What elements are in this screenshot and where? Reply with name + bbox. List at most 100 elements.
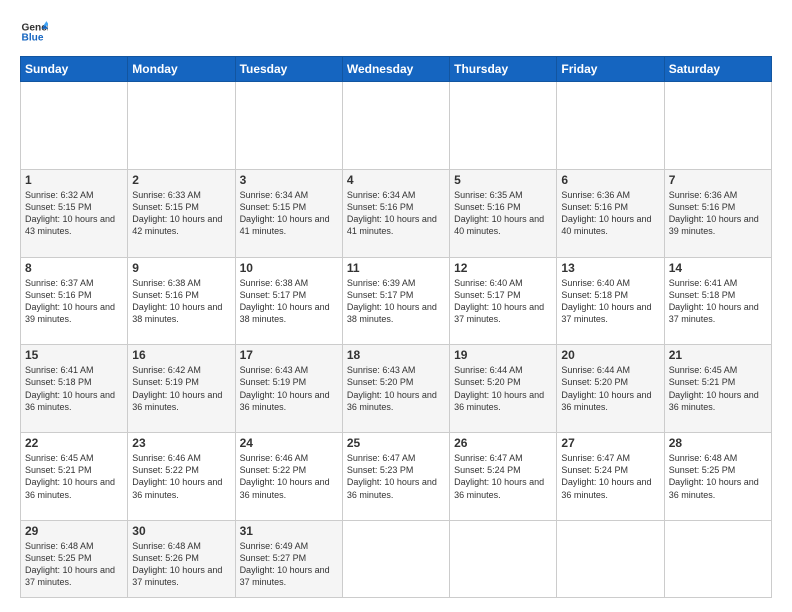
day-number: 14	[669, 261, 767, 275]
calendar-cell: 1 Sunrise: 6:32 AMSunset: 5:15 PMDaylight…	[21, 169, 128, 257]
cell-info: Sunrise: 6:41 AMSunset: 5:18 PMDaylight:…	[669, 277, 767, 326]
cell-info: Sunrise: 6:41 AMSunset: 5:18 PMDaylight:…	[25, 364, 123, 413]
calendar-cell: 20 Sunrise: 6:44 AMSunset: 5:20 PMDayligh…	[557, 345, 664, 433]
logo-icon: General Blue	[20, 18, 48, 46]
cell-info: Sunrise: 6:38 AMSunset: 5:17 PMDaylight:…	[240, 277, 338, 326]
weekday-header: Friday	[557, 57, 664, 82]
cell-info: Sunrise: 6:43 AMSunset: 5:20 PMDaylight:…	[347, 364, 445, 413]
day-number: 22	[25, 436, 123, 450]
calendar-cell: 10 Sunrise: 6:38 AMSunset: 5:17 PMDayligh…	[235, 257, 342, 345]
day-number: 1	[25, 173, 123, 187]
cell-info: Sunrise: 6:40 AMSunset: 5:17 PMDaylight:…	[454, 277, 552, 326]
cell-info: Sunrise: 6:44 AMSunset: 5:20 PMDaylight:…	[454, 364, 552, 413]
calendar-cell	[128, 82, 235, 170]
cell-info: Sunrise: 6:42 AMSunset: 5:19 PMDaylight:…	[132, 364, 230, 413]
cell-info: Sunrise: 6:46 AMSunset: 5:22 PMDaylight:…	[240, 452, 338, 501]
day-number: 10	[240, 261, 338, 275]
day-number: 17	[240, 348, 338, 362]
calendar-cell: 26Sunrise: 6:47 AMSunset: 5:24 PMDayligh…	[450, 433, 557, 521]
calendar-cell: 31 Sunrise: 6:49 AMSunset: 5:27 PMDayligh…	[235, 520, 342, 597]
cell-info: Sunrise: 6:36 AMSunset: 5:16 PMDaylight:…	[669, 189, 767, 238]
day-number: 26	[454, 436, 552, 450]
weekday-header: Saturday	[664, 57, 771, 82]
cell-info: Sunrise: 6:38 AMSunset: 5:16 PMDaylight:…	[132, 277, 230, 326]
calendar-cell: 23 Sunrise: 6:46 AMSunset: 5:22 PMDayligh…	[128, 433, 235, 521]
calendar-cell: 5 Sunrise: 6:35 AMSunset: 5:16 PMDaylight…	[450, 169, 557, 257]
calendar-table: SundayMondayTuesdayWednesdayThursdayFrid…	[20, 56, 772, 598]
weekday-header: Sunday	[21, 57, 128, 82]
day-number: 28	[669, 436, 767, 450]
cell-info: Sunrise: 6:47 AMSunset: 5:24 PMDaylight:…	[561, 452, 659, 501]
header: General Blue	[20, 18, 772, 46]
calendar-cell: 11 Sunrise: 6:39 AMSunset: 5:17 PMDayligh…	[342, 257, 449, 345]
cell-info: Sunrise: 6:48 AMSunset: 5:25 PMDaylight:…	[25, 540, 123, 589]
calendar-cell	[557, 520, 664, 597]
weekday-header: Tuesday	[235, 57, 342, 82]
calendar-cell: 2Sunrise: 6:33 AMSunset: 5:15 PMDaylight…	[128, 169, 235, 257]
calendar-cell	[235, 82, 342, 170]
calendar-cell	[557, 82, 664, 170]
calendar-cell: 12 Sunrise: 6:40 AMSunset: 5:17 PMDayligh…	[450, 257, 557, 345]
cell-info: Sunrise: 6:44 AMSunset: 5:20 PMDaylight:…	[561, 364, 659, 413]
calendar-cell: 30Sunrise: 6:48 AMSunset: 5:26 PMDayligh…	[128, 520, 235, 597]
calendar-cell: 18 Sunrise: 6:43 AMSunset: 5:20 PMDayligh…	[342, 345, 449, 433]
calendar-cell: 16Sunrise: 6:42 AMSunset: 5:19 PMDayligh…	[128, 345, 235, 433]
calendar-cell: 8 Sunrise: 6:37 AMSunset: 5:16 PMDaylight…	[21, 257, 128, 345]
weekday-header: Monday	[128, 57, 235, 82]
cell-info: Sunrise: 6:45 AMSunset: 5:21 PMDaylight:…	[669, 364, 767, 413]
svg-text:Blue: Blue	[22, 33, 44, 44]
calendar-body: 1 Sunrise: 6:32 AMSunset: 5:15 PMDaylight…	[21, 82, 772, 598]
calendar-cell: 15Sunrise: 6:41 AMSunset: 5:18 PMDayligh…	[21, 345, 128, 433]
day-number: 24	[240, 436, 338, 450]
cell-info: Sunrise: 6:35 AMSunset: 5:16 PMDaylight:…	[454, 189, 552, 238]
day-number: 25	[347, 436, 445, 450]
day-number: 27	[561, 436, 659, 450]
cell-info: Sunrise: 6:46 AMSunset: 5:22 PMDaylight:…	[132, 452, 230, 501]
calendar-cell	[342, 520, 449, 597]
day-number: 6	[561, 173, 659, 187]
cell-info: Sunrise: 6:43 AMSunset: 5:19 PMDaylight:…	[240, 364, 338, 413]
cell-info: Sunrise: 6:40 AMSunset: 5:18 PMDaylight:…	[561, 277, 659, 326]
cell-info: Sunrise: 6:36 AMSunset: 5:16 PMDaylight:…	[561, 189, 659, 238]
day-number: 7	[669, 173, 767, 187]
day-number: 20	[561, 348, 659, 362]
day-number: 29	[25, 524, 123, 538]
calendar-cell	[342, 82, 449, 170]
cell-info: Sunrise: 6:37 AMSunset: 5:16 PMDaylight:…	[25, 277, 123, 326]
cell-info: Sunrise: 6:45 AMSunset: 5:21 PMDaylight:…	[25, 452, 123, 501]
cell-info: Sunrise: 6:39 AMSunset: 5:17 PMDaylight:…	[347, 277, 445, 326]
cell-info: Sunrise: 6:49 AMSunset: 5:27 PMDaylight:…	[240, 540, 338, 589]
day-number: 18	[347, 348, 445, 362]
day-number: 31	[240, 524, 338, 538]
calendar-cell: 28 Sunrise: 6:48 AMSunset: 5:25 PMDayligh…	[664, 433, 771, 521]
day-number: 13	[561, 261, 659, 275]
calendar-cell: 25Sunrise: 6:47 AMSunset: 5:23 PMDayligh…	[342, 433, 449, 521]
day-number: 2	[132, 173, 230, 187]
calendar-cell: 13 Sunrise: 6:40 AMSunset: 5:18 PMDayligh…	[557, 257, 664, 345]
calendar-cell: 6 Sunrise: 6:36 AMSunset: 5:16 PMDaylight…	[557, 169, 664, 257]
cell-info: Sunrise: 6:48 AMSunset: 5:25 PMDaylight:…	[669, 452, 767, 501]
weekday-header: Thursday	[450, 57, 557, 82]
day-number: 3	[240, 173, 338, 187]
day-number: 8	[25, 261, 123, 275]
day-number: 19	[454, 348, 552, 362]
weekday-header: Wednesday	[342, 57, 449, 82]
cell-info: Sunrise: 6:32 AMSunset: 5:15 PMDaylight:…	[25, 189, 123, 238]
calendar-cell	[450, 82, 557, 170]
cell-info: Sunrise: 6:34 AMSunset: 5:15 PMDaylight:…	[240, 189, 338, 238]
day-number: 21	[669, 348, 767, 362]
cell-info: Sunrise: 6:34 AMSunset: 5:16 PMDaylight:…	[347, 189, 445, 238]
page: General Blue SundayMondayTuesdayWednesda…	[0, 0, 792, 612]
day-number: 30	[132, 524, 230, 538]
calendar-cell	[664, 82, 771, 170]
day-number: 11	[347, 261, 445, 275]
day-number: 5	[454, 173, 552, 187]
calendar-cell: 24 Sunrise: 6:46 AMSunset: 5:22 PMDayligh…	[235, 433, 342, 521]
day-number: 12	[454, 261, 552, 275]
calendar-cell	[664, 520, 771, 597]
calendar-cell: 17 Sunrise: 6:43 AMSunset: 5:19 PMDayligh…	[235, 345, 342, 433]
logo: General Blue	[20, 18, 52, 46]
day-number: 9	[132, 261, 230, 275]
day-number: 23	[132, 436, 230, 450]
calendar-header-row: SundayMondayTuesdayWednesdayThursdayFrid…	[21, 57, 772, 82]
